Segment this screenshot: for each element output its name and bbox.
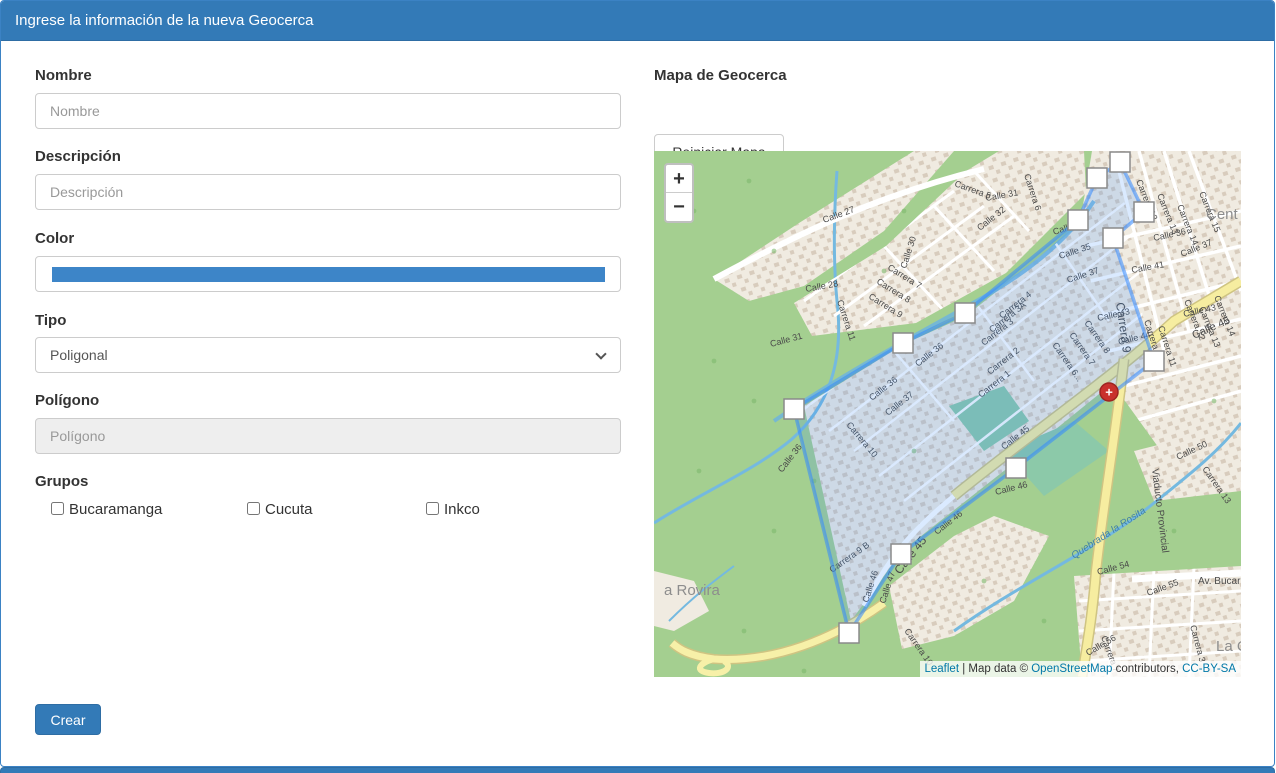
map-section-title: Mapa de Geocerca [654, 67, 787, 84]
checkbox[interactable] [426, 502, 439, 515]
descripcion-input[interactable] [35, 174, 621, 210]
polygon-vertex-handle[interactable] [784, 399, 804, 419]
grupo-checkbox-inkco[interactable]: Inkco [426, 501, 480, 518]
polygon-vertex-handle[interactable] [1134, 202, 1154, 222]
grupo-label: Inkco [444, 501, 480, 518]
grupos-row: Bucaramanga Cucuta Inkco [51, 501, 621, 521]
checkbox[interactable] [247, 502, 260, 515]
grupo-label: Bucaramanga [69, 501, 162, 518]
descripcion-label: Descripción [35, 148, 121, 165]
nombre-label: Nombre [35, 67, 92, 84]
zoom-out-button[interactable]: − [666, 193, 692, 221]
grupo-checkbox-cucuta[interactable]: Cucuta [247, 501, 313, 518]
panel-body: Nombre Descripción Color Tipo Poligonal … [1, 42, 1274, 766]
nombre-input[interactable] [35, 93, 621, 129]
grupo-label: Cucuta [265, 501, 313, 518]
poligono-label: Polígono [35, 392, 99, 409]
color-label: Color [35, 230, 74, 247]
polygon-vertex-handle[interactable] [839, 623, 859, 643]
attribution-prefix: Map data © [968, 663, 1031, 675]
attribution-middle: contributors, [1112, 663, 1182, 675]
tipo-select[interactable]: Poligonal [35, 337, 621, 373]
checkbox[interactable] [51, 502, 64, 515]
svg-text:Av. Bucar: Av. Bucar [1198, 576, 1241, 587]
polygon-vertex-handle[interactable] [1006, 458, 1026, 478]
polygon-vertex-handle[interactable] [1144, 351, 1164, 371]
next-panel-heading-sliver [0, 767, 1275, 773]
polygon-vertex-handle[interactable] [1110, 152, 1130, 172]
attribution-separator: | [959, 663, 968, 675]
crear-button[interactable]: Crear [35, 704, 101, 735]
polygon-vertex-handle[interactable] [1087, 168, 1107, 188]
leaflet-link[interactable]: Leaflet [925, 663, 960, 675]
geofence-panel: Ingrese la información de la nueva Geoce… [0, 0, 1275, 767]
svg-text:Cent: Cent [1206, 206, 1239, 223]
polygon-vertex-handle[interactable] [891, 544, 911, 564]
license-link[interactable]: CC-BY-SA [1182, 663, 1236, 675]
svg-text:a Rovira: a Rovira [664, 582, 721, 599]
red-plus-marker[interactable]: + [1100, 383, 1118, 401]
panel-title: Ingrese la información de la nueva Geoce… [1, 1, 1274, 41]
polygon-vertex-handle[interactable] [955, 303, 975, 323]
map-attribution: Leaflet | Map data © OpenStreetMap contr… [920, 661, 1242, 677]
svg-text:La C: La C [1216, 638, 1241, 655]
osm-link[interactable]: OpenStreetMap [1031, 663, 1112, 675]
grupos-label: Grupos [35, 473, 88, 490]
poligono-input[interactable] [35, 418, 621, 454]
tipo-label: Tipo [35, 312, 66, 329]
polygon-vertex-handle[interactable] [1103, 228, 1123, 248]
color-swatch [52, 267, 605, 282]
polygon-vertex-handle[interactable] [893, 333, 913, 353]
grupo-checkbox-bucaramanga[interactable]: Bucaramanga [51, 501, 162, 518]
zoom-control: + − [664, 163, 694, 223]
zoom-in-button[interactable]: + [666, 165, 692, 193]
svg-text:+: + [1105, 385, 1113, 400]
polygon-vertex-handle[interactable] [1068, 210, 1088, 230]
map-canvas: Calle 27Calle 28Carrera 11Carrera 7Carre… [654, 151, 1241, 677]
color-input[interactable] [35, 256, 621, 292]
leaflet-map[interactable]: Calle 27Calle 28Carrera 11Carrera 7Carre… [654, 151, 1241, 677]
